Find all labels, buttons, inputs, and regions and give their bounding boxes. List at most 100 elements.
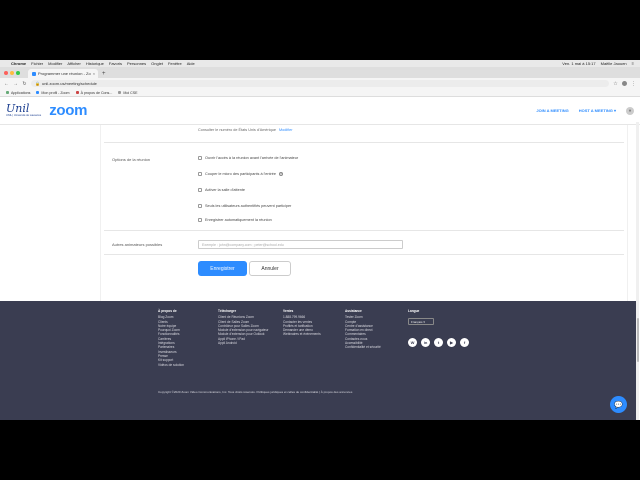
browser-tab[interactable]: Programmer une réunion - Zo × xyxy=(28,69,98,78)
forward-icon[interactable]: → xyxy=(13,81,18,87)
menu-modifier[interactable]: Modifier xyxy=(48,61,62,66)
menu-aide[interactable]: Aide xyxy=(187,61,195,66)
cancel-button[interactable]: Annuler xyxy=(249,261,291,276)
alt-hosts-input[interactable]: Exemple : john@company.com ; peter@schoo… xyxy=(198,240,403,249)
option-join-before-host[interactable]: Ouvrir l'accès à la réunion avant l'arri… xyxy=(198,156,298,160)
bookmarks-bar: Applications Mon profil - Zoom À propos … xyxy=(0,89,640,97)
user-name[interactable]: Maëlle Jaouen xyxy=(601,61,627,66)
menu-onglet[interactable]: Onglet xyxy=(151,61,163,66)
lock-icon: 🔒 xyxy=(35,81,40,86)
menubar-app[interactable]: Chrome xyxy=(11,61,26,66)
option-authenticated-only[interactable]: Seuls les utilisateurs authentifiés peuv… xyxy=(198,204,291,208)
option-label: Activer la salle d'attente xyxy=(205,188,245,192)
option-label: Ouvrir l'accès à la réunion avant l'arri… xyxy=(205,156,299,160)
menu-historique[interactable]: Historique xyxy=(86,61,104,66)
unil-logo-script: Unil xyxy=(6,102,30,115)
twitter-icon[interactable]: t xyxy=(434,338,443,347)
bookmark-cse[interactable]: Moi CSE xyxy=(118,90,138,95)
menu-favoris[interactable]: Favoris xyxy=(109,61,122,66)
option-waiting-room[interactable]: Activer la salle d'attente xyxy=(198,188,245,192)
page-icon xyxy=(75,91,79,94)
zoom-favicon-icon xyxy=(32,71,36,76)
wordpress-icon[interactable]: W xyxy=(408,338,417,347)
menubar-status: Ven. 1 mai à 15:17 Maëlle Jaouen ≡ xyxy=(562,61,634,66)
footer-col-language: Langue xyxy=(408,309,419,315)
join-meeting-link[interactable]: JOIN A MEETING xyxy=(536,108,568,113)
footer-heading: Télécharger xyxy=(218,309,237,313)
checkbox[interactable] xyxy=(198,218,202,222)
zoom-header: Unil UNIL | Université de Lausanne zoom … xyxy=(0,97,640,125)
page-scrollbar[interactable] xyxy=(636,122,639,420)
checkbox[interactable] xyxy=(198,204,202,208)
tab-strip: Programmer une réunion - Zo × + xyxy=(0,67,640,78)
divider xyxy=(104,142,624,143)
chat-bubble-icon[interactable]: 💬 xyxy=(610,396,627,413)
social-links: W in t ▶ f xyxy=(408,338,469,347)
facebook-icon[interactable]: f xyxy=(460,338,469,347)
footer-col-sales: Ventes 1.888.799.9666 Contacter les vent… xyxy=(283,309,321,337)
footer-col-support: Assistance Tester Zoom Compte Centre d'a… xyxy=(345,309,381,350)
divider xyxy=(104,230,624,231)
close-window-icon[interactable] xyxy=(4,70,8,75)
menu-afficher[interactable]: Afficher xyxy=(67,61,81,66)
menu-fichier[interactable]: Fichier xyxy=(31,61,43,66)
window-controls xyxy=(4,67,20,78)
modify-link[interactable]: Modifier xyxy=(279,128,293,132)
bookmark-label: Applications xyxy=(11,90,31,95)
language-select[interactable]: Français ▾ xyxy=(408,318,434,325)
timezone-text: Consulter le numéro de États Unis d'Amér… xyxy=(198,128,276,132)
footer-link[interactable]: Webinaires et événements xyxy=(283,332,321,336)
close-tab-icon[interactable]: × xyxy=(93,71,95,76)
save-button[interactable]: Enregistrer xyxy=(198,261,247,276)
new-tab-icon[interactable]: + xyxy=(102,69,106,78)
kebab-menu-icon[interactable]: ⋮ xyxy=(631,81,636,87)
profile-avatar[interactable] xyxy=(622,81,627,86)
zoom-logo[interactable]: zoom xyxy=(49,102,87,119)
footer-link[interactable]: Vidéos de solution xyxy=(158,363,184,367)
checkbox[interactable] xyxy=(198,188,202,192)
alt-hosts-label: Autres animateurs possibles xyxy=(112,242,163,247)
checkbox[interactable] xyxy=(198,172,202,176)
scrollbar-thumb[interactable] xyxy=(636,318,639,362)
option-mute-on-entry[interactable]: Couper le micro des participants à l'ent… xyxy=(198,172,284,176)
host-meeting-link[interactable]: HOST A MEETING ▾ xyxy=(579,108,616,113)
footer-heading: Assistance xyxy=(345,309,362,313)
footer-heading: Langue xyxy=(408,309,420,313)
option-label: Couper le micro des participants à l'ent… xyxy=(205,172,277,176)
maximize-window-icon[interactable] xyxy=(16,70,20,75)
bookmark-label: À propos de Cons... xyxy=(80,90,113,95)
footer-col-download: Télécharger Client de Réunions Zoom Clie… xyxy=(218,309,268,345)
footer-link[interactable]: Appli Android xyxy=(218,341,268,345)
info-icon[interactable]: ? xyxy=(279,172,284,176)
user-avatar-icon[interactable]: ● xyxy=(626,106,634,115)
bookmark-apps[interactable]: Applications xyxy=(6,91,30,95)
reload-icon[interactable]: ↻ xyxy=(22,81,27,87)
screen: Chrome Fichier Modifier Afficher Histori… xyxy=(0,60,640,420)
option-auto-record[interactable]: Enregistrer automatiquement la réunion xyxy=(198,218,272,222)
tab-title: Programmer une réunion - Zo xyxy=(38,71,91,76)
bookmark-label: Moi CSE xyxy=(123,90,138,95)
page-icon xyxy=(118,91,122,94)
menu-personnes[interactable]: Personnes xyxy=(127,61,146,66)
back-icon[interactable]: ← xyxy=(4,81,9,87)
footer-heading: À propos de xyxy=(158,309,177,313)
unil-logo[interactable]: Unil UNIL | Université de Lausanne xyxy=(6,102,42,117)
timezone-line: Consulter le numéro de États Unis d'Amér… xyxy=(198,128,292,132)
menu-extra-icon[interactable]: ≡ xyxy=(632,61,634,66)
bookmark-zoom-profile[interactable]: Mon profil - Zoom xyxy=(36,91,70,95)
minimize-window-icon[interactable] xyxy=(10,70,14,75)
language-value: Français ▾ xyxy=(411,319,425,324)
menu-fenetre[interactable]: Fenêtre xyxy=(168,61,182,66)
linkedin-icon[interactable]: in xyxy=(421,338,430,347)
star-icon[interactable]: ☆ xyxy=(613,81,618,87)
footer-link[interactable]: Confidentialité et sécurité xyxy=(345,345,381,349)
youtube-icon[interactable]: ▶ xyxy=(447,338,456,347)
clock[interactable]: Ven. 1 mai à 15:17 xyxy=(562,61,595,66)
footer-heading: Ventes xyxy=(283,309,294,313)
address-bar: ← → ↻ 🔒 unil.zoom.us/meeting/schedule ☆ … xyxy=(0,78,640,89)
bookmark-about[interactable]: À propos de Cons... xyxy=(75,90,113,95)
url-input[interactable]: 🔒 unil.zoom.us/meeting/schedule xyxy=(31,80,609,87)
unil-logo-sub: UNIL | Université de Lausanne xyxy=(6,114,42,117)
footer-col-about: À propos de Blog Zoom Clients Notre équi… xyxy=(158,309,184,367)
checkbox[interactable] xyxy=(198,156,202,160)
